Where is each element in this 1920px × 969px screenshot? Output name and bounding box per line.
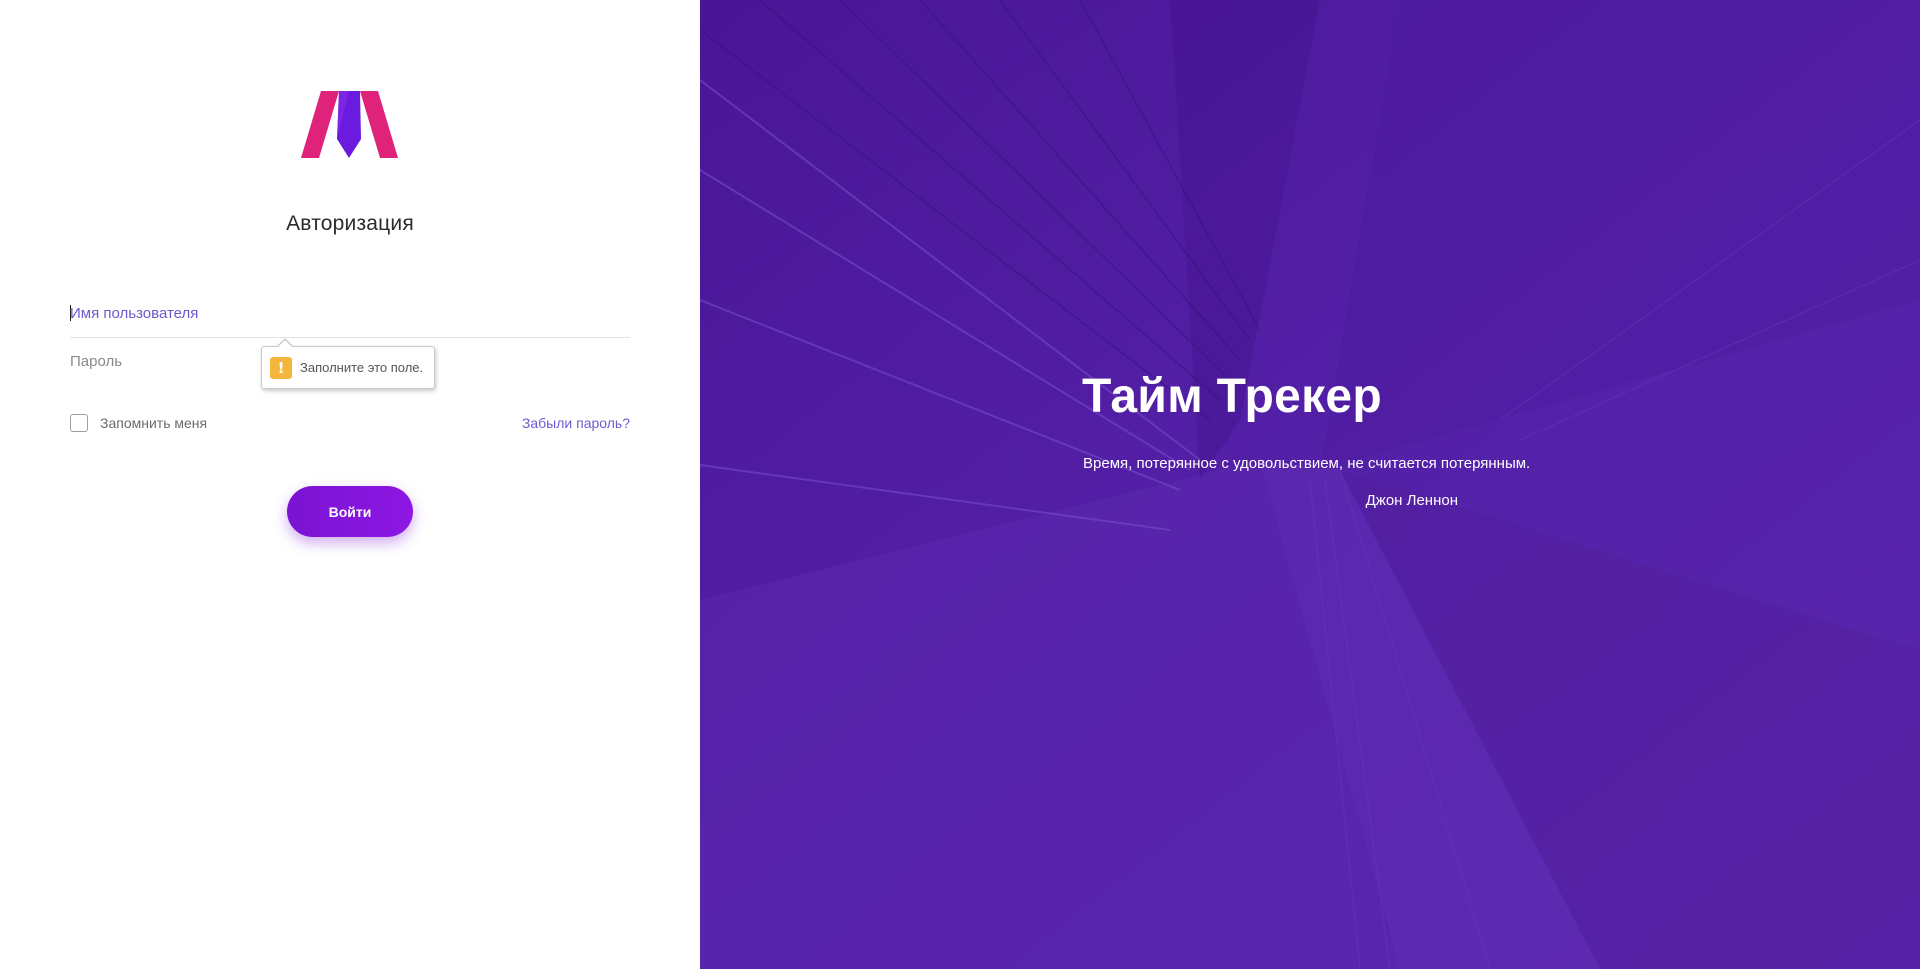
warning-icon: ! [270,356,292,379]
text-caret [70,305,71,321]
hero-quote-author: Джон Леннон [1365,492,1458,509]
forgot-password-link[interactable]: Забыли пароль? [522,415,630,431]
username-input[interactable] [70,298,630,328]
hero-quote: Время, потерянное с удовольствием, не сч… [1083,455,1531,472]
validation-tooltip-text: Заполните это поле. [300,360,424,375]
remember-row: Запомнить меня Забыли пароль? [70,413,630,433]
username-field[interactable] [70,298,630,338]
hero-panel: Тайм Трекер Время, потерянное с удовольс… [700,0,1920,969]
remember-me-label[interactable]: Запомнить меня [100,415,207,431]
login-panel: Авторизация ! Заполните это поле. Запомн… [0,0,700,969]
remember-me-checkbox[interactable] [70,414,88,432]
hero-title: Тайм Трекер [1082,370,1383,423]
login-button[interactable]: Войти [287,486,413,537]
page-title: Авторизация [286,212,414,235]
brand-logo-icon [301,91,398,158]
validation-tooltip: ! Заполните это поле. [261,338,435,389]
hero-background-art [700,0,1920,969]
